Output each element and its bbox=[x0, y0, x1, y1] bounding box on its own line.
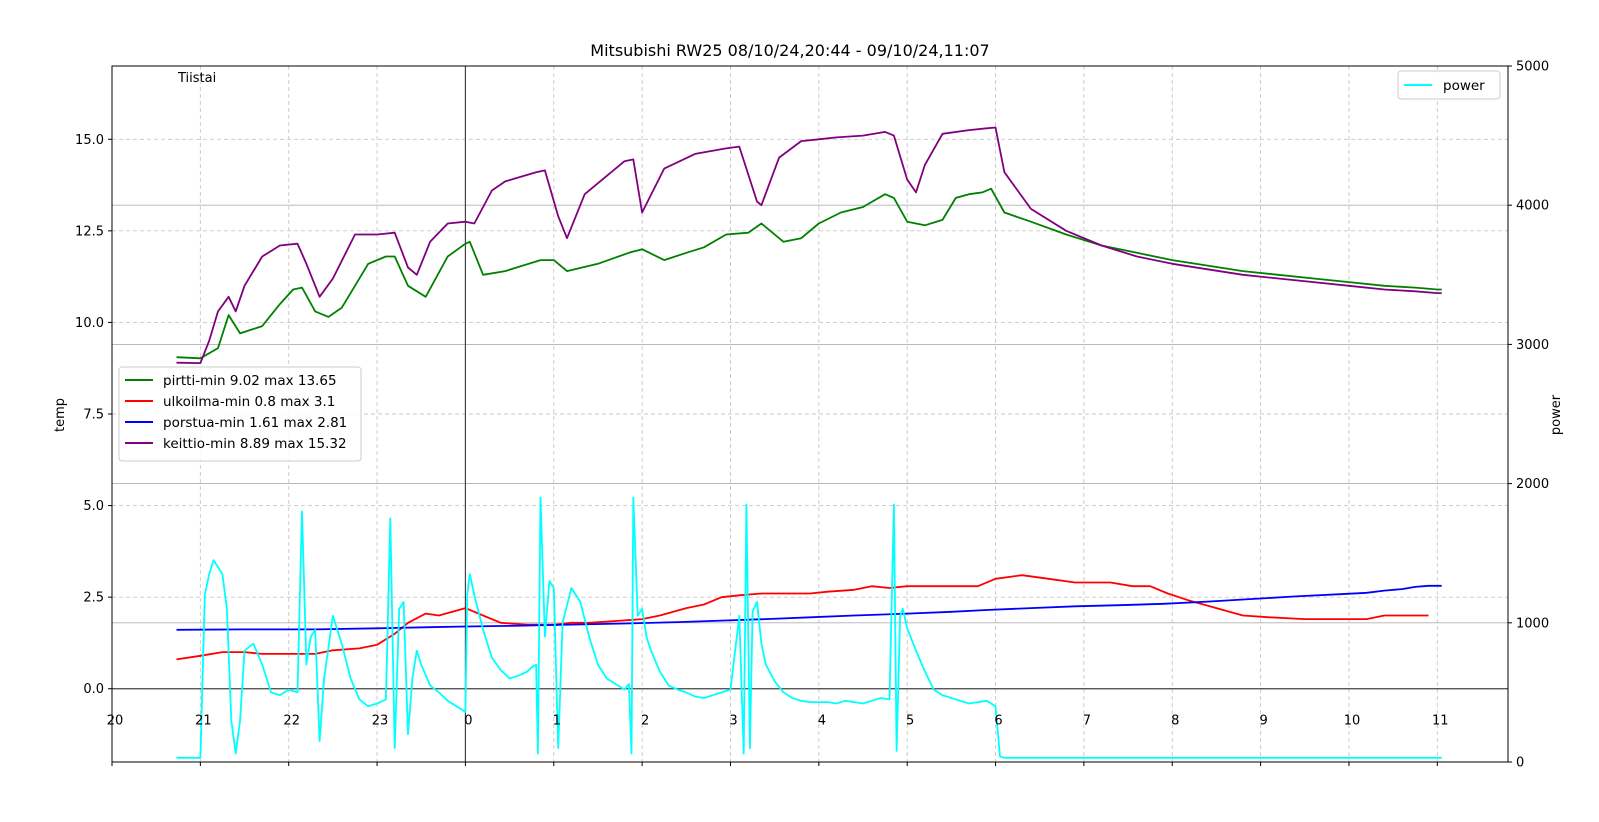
x-tick-label: 7 bbox=[1083, 714, 1091, 729]
y-tick-label-left: 15.0 bbox=[75, 133, 104, 148]
x-tick-label: 6 bbox=[994, 714, 1002, 729]
y-tick-label-right: 4000 bbox=[1516, 199, 1549, 214]
x-tick-label: 23 bbox=[372, 714, 389, 729]
x-tick-label: 1 bbox=[553, 714, 561, 729]
x-tick-label: 2 bbox=[641, 714, 649, 729]
y-axis-label-right: power bbox=[1549, 394, 1564, 435]
y-tick-label-right: 3000 bbox=[1516, 338, 1549, 353]
series-layer bbox=[176, 126, 1442, 759]
y-tick-label-left: 5.0 bbox=[83, 499, 104, 514]
x-tick-label: 0 bbox=[464, 714, 472, 729]
chart: Mitsubishi RW25 08/10/24,20:44 - 09/10/2… bbox=[53, 41, 1564, 771]
x-tick-label: 20 bbox=[107, 714, 124, 729]
legend-label-porstua: porstua-min 1.61 max 2.81 bbox=[163, 415, 347, 431]
y-tick-label-left: 0.0 bbox=[83, 682, 104, 697]
x-tick-label: 3 bbox=[729, 714, 737, 729]
series-line-keittio bbox=[176, 126, 1442, 365]
legend-label-keittio: keittio-min 8.89 max 15.32 bbox=[163, 436, 347, 452]
day-label: Tiistai bbox=[177, 71, 216, 86]
y-tick-label-left: 2.5 bbox=[83, 591, 104, 606]
legend-label-pirtti: pirtti-min 9.02 max 13.65 bbox=[163, 373, 337, 389]
x-tick-label: 8 bbox=[1171, 714, 1179, 729]
legend-label-power: power bbox=[1443, 78, 1485, 94]
y-tick-label-right: 5000 bbox=[1516, 60, 1549, 75]
x-tick-label: 4 bbox=[818, 714, 826, 729]
y-tick-label-left: 12.5 bbox=[75, 224, 104, 239]
x-tick-label: 11 bbox=[1432, 714, 1449, 729]
legend-left: pirtti-min 9.02 max 13.65 ulkoilma-min 0.… bbox=[118, 366, 362, 462]
y-tick-label-left: 10.0 bbox=[75, 316, 104, 331]
x-tick-label: 5 bbox=[906, 714, 914, 729]
y-tick-label-right: 2000 bbox=[1516, 477, 1549, 492]
x-tick-label: 21 bbox=[195, 714, 212, 729]
x-tick-label: 10 bbox=[1344, 714, 1361, 729]
series-line-pirtti bbox=[176, 187, 1442, 360]
y-tick-label-right: 0 bbox=[1516, 756, 1524, 771]
y-tick-label-left: 7.5 bbox=[83, 408, 104, 423]
legend-label-ulkoilma: ulkoilma-min 0.8 max 3.1 bbox=[163, 394, 335, 410]
legend-right: power bbox=[1397, 70, 1501, 100]
y-tick-label-right: 1000 bbox=[1516, 616, 1549, 631]
x-tick-label: 22 bbox=[283, 714, 300, 729]
chart-title: Mitsubishi RW25 08/10/24,20:44 - 09/10/2… bbox=[590, 41, 989, 60]
x-tick-label: 9 bbox=[1259, 714, 1267, 729]
y-axis-label-left: temp bbox=[53, 398, 68, 432]
